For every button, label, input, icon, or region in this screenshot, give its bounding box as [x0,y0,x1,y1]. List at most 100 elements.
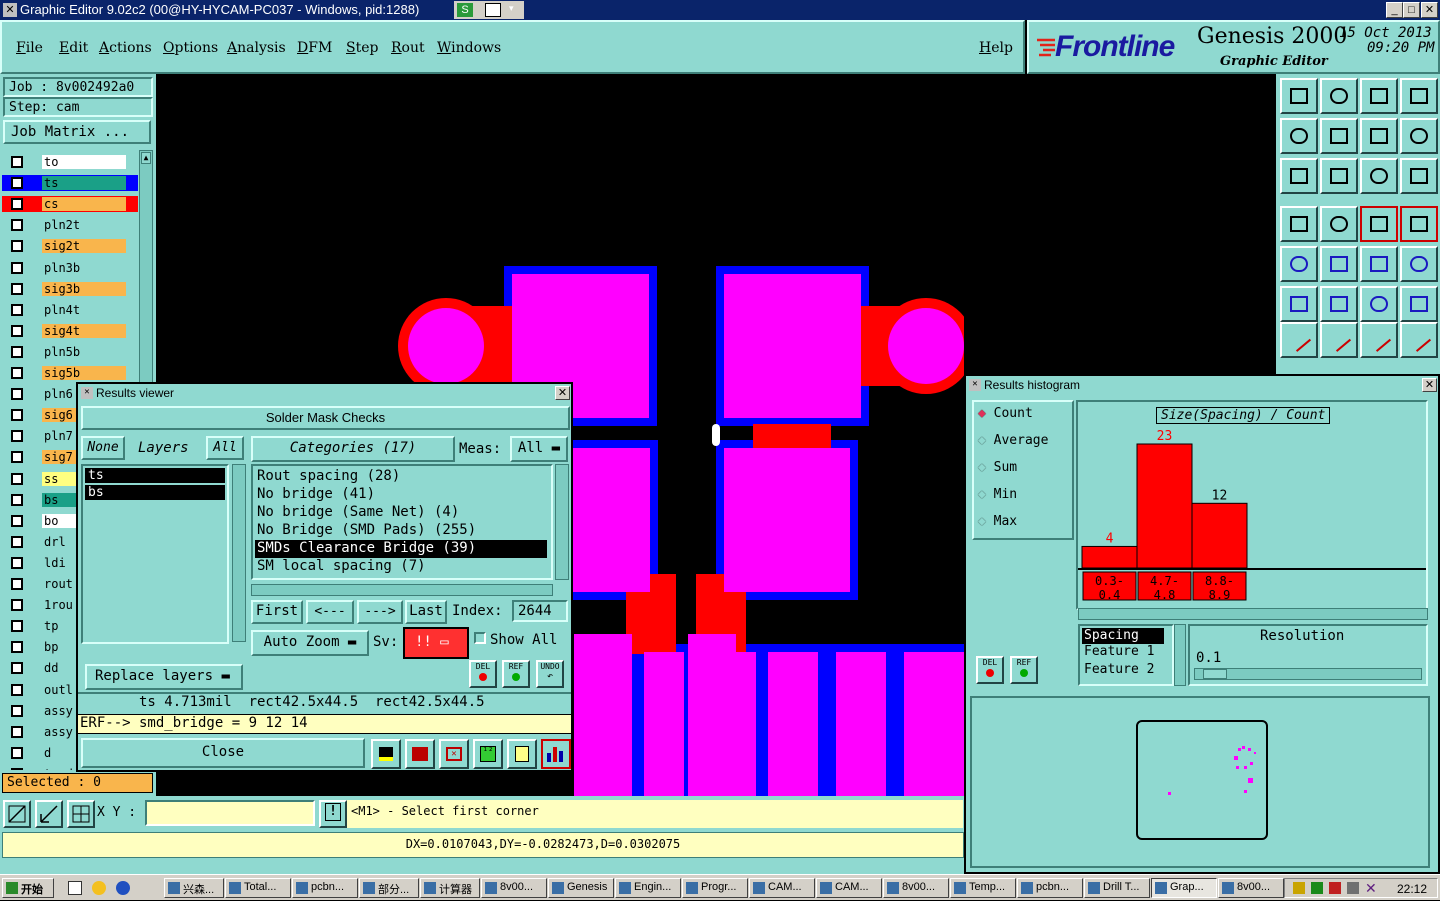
layer-checkbox[interactable] [11,599,23,612]
notes-icon[interactable] [507,739,537,769]
category-item[interactable]: No Bridge (SMD Pads) (255) [255,522,551,540]
hist-ref-icon[interactable]: REF [1010,656,1038,684]
resolution-slider-handle[interactable] [1203,669,1227,679]
close-button[interactable]: ✕ [1421,2,1438,18]
list-number-icon[interactable]: ¹² [473,739,503,769]
first-button[interactable]: First [251,600,303,624]
categories-hscrollbar[interactable] [251,584,553,596]
histogram-bar[interactable] [1081,545,1138,569]
start-button[interactable]: 开始 [2,878,54,898]
task-button[interactable]: 计算器 [420,878,480,898]
undo-icon[interactable]: UNDO ↶ [536,660,564,688]
layer-row[interactable]: pln2t [2,217,138,233]
close-dialog-button[interactable]: Close [81,738,365,768]
result-layer-item[interactable]: bs [85,485,225,500]
angle-icon-row[interactable] [1280,322,1318,358]
show-all-checkbox[interactable] [474,632,486,644]
layer-row[interactable]: sig2t [2,238,138,254]
hist-option-count[interactable]: ◆ Count [978,406,1033,421]
histogram-hscrollbar[interactable] [1078,608,1428,620]
move-left-icon[interactable] [1280,118,1318,154]
menu-actions[interactable]: Actions [99,40,152,56]
task-button[interactable]: 部分... [359,878,419,898]
feature2-item[interactable]: Feature 2 [1082,662,1170,680]
task-button[interactable]: Engin... [615,878,681,898]
next-button[interactable]: ---> [357,600,403,624]
menu-analysis[interactable]: Analysis [227,40,286,56]
layer-checkbox[interactable] [11,282,23,295]
result-layer-item[interactable]: ts [85,468,225,483]
task-button[interactable]: Grap... [1151,878,1217,898]
task-button[interactable]: Progr... [682,878,748,898]
ie-icon[interactable] [116,881,130,895]
task-button[interactable]: CAM... [816,878,882,898]
minimize-button[interactable]: _ [1386,2,1403,18]
menu-options[interactable]: Options [163,40,218,56]
layer-checkbox[interactable] [11,451,23,464]
task-button[interactable]: Genesis [548,878,614,898]
s-icon[interactable]: S [457,3,473,17]
nodes-icon[interactable] [1280,286,1318,322]
replace-layers-button[interactable]: Replace layers ▬ [85,664,243,690]
layer-checkbox[interactable] [11,767,23,770]
histogram-close-icon[interactable]: ✕ [1422,378,1437,392]
task-button[interactable]: Total... [225,878,291,898]
move-down-icon[interactable] [1320,78,1358,114]
del-icon[interactable]: DEL [469,660,497,688]
layer-checkbox[interactable] [11,662,23,675]
menu-windows[interactable]: Windows [437,40,501,56]
layers-scrollbar[interactable] [232,464,246,642]
center-icon[interactable] [1320,158,1358,194]
layer-row[interactable]: sig4t [2,323,138,339]
histogram-bar[interactable] [1191,502,1248,569]
categories-header[interactable]: Categories (17) [251,436,455,462]
all-layers-button[interactable]: All [206,436,244,460]
layer-checkbox[interactable] [11,345,23,358]
scale-1-2-icon[interactable] [1360,158,1398,194]
hist-del-icon[interactable]: DEL [976,656,1004,684]
layer-checkbox[interactable] [11,430,23,443]
menu-help[interactable]: Help [979,40,1013,56]
severity-select[interactable]: !! ▭ [403,627,469,659]
fit-screen-icon[interactable] [1280,158,1318,194]
spacing-item[interactable]: Spacing [1082,628,1164,644]
category-item[interactable]: No bridge (Same Net) (4) [255,504,551,522]
tray-app-icon[interactable] [1293,882,1305,894]
mirror-icon[interactable] [1400,118,1438,154]
task-button[interactable]: 8v00... [883,878,949,898]
layer-checkbox[interactable] [11,472,23,485]
layer-checkbox[interactable] [11,409,23,422]
pad-icon[interactable] [1280,246,1318,282]
category-item[interactable]: SMDs Clearance Bridge (39) [255,540,547,558]
layer-checkbox[interactable] [11,388,23,401]
maximize-button[interactable]: □ [1403,2,1420,18]
category-item[interactable]: Rout spacing (28) [255,468,551,486]
task-button[interactable]: pcbn... [292,878,358,898]
layer-checkbox[interactable] [11,578,23,590]
zoom-window-icon[interactable] [3,800,31,828]
desktop-icon[interactable] [68,881,82,895]
categories-scrollbar[interactable] [555,464,569,580]
layer-checkbox[interactable] [11,324,23,337]
task-button[interactable]: 兴森... [164,878,224,898]
export-icon[interactable] [405,739,435,769]
task-button[interactable]: 8v00... [481,878,547,898]
grid-snap-icon[interactable] [1320,206,1358,242]
rotate-icon[interactable] [1360,118,1398,154]
layer-checkbox[interactable] [11,620,23,633]
arc-icon[interactable] [1360,286,1398,322]
layer-checkbox[interactable] [11,704,23,717]
menu-dfm[interactable]: DFM [297,40,332,56]
auto-zoom-button[interactable]: Auto Zoom ▬ [251,630,369,656]
layer-row[interactable]: to [2,154,138,170]
tools-icon[interactable] [1280,206,1318,242]
hist-option-average[interactable]: ◆ Average [978,433,1048,448]
category-item[interactable]: No bridge (41) [255,486,551,504]
menu-rout[interactable]: Rout [391,40,425,56]
last-button[interactable]: Last [405,600,447,624]
category-item[interactable]: SM local spacing (7) [255,558,551,576]
frame-icon[interactable] [1400,78,1438,114]
dropdown-icon[interactable]: ▾ [509,3,519,17]
tray-volume-icon[interactable] [1347,882,1359,894]
results-viewer-close-icon[interactable]: ✕ [555,386,570,400]
